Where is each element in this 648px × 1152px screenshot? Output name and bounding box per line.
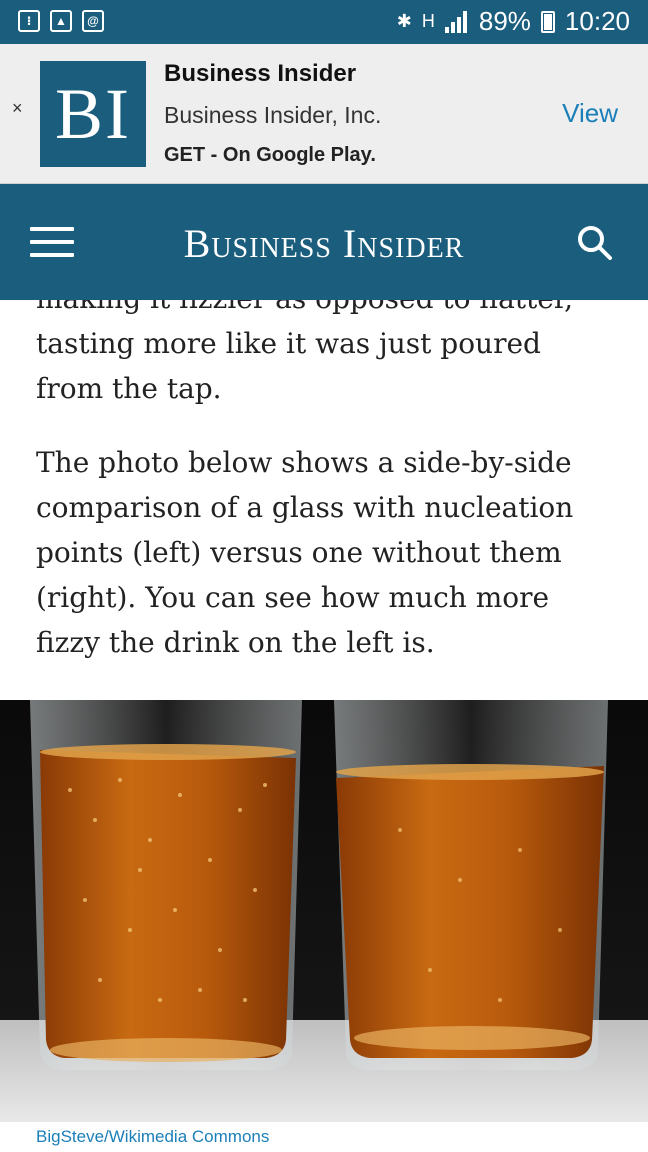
site-logo[interactable]: Business Insider (0, 220, 648, 267)
clock: 10:20 (564, 6, 630, 36)
view-button[interactable]: View (562, 98, 618, 129)
message-icon: ⁝ (18, 10, 40, 32)
search-icon[interactable] (576, 224, 614, 262)
signal-icon (444, 10, 469, 33)
app-install-banner[interactable]: × BI Business Insider Business Insider, … (0, 44, 648, 184)
image-icon: ▲ (50, 10, 72, 32)
battery-icon (540, 10, 555, 33)
article-photo (0, 700, 648, 1122)
notification-icons: ⁝ ▲ @ (18, 10, 104, 32)
system-icons: ✱ H 89% 10:20 (397, 6, 630, 37)
bluetooth-icon: ✱ (396, 11, 412, 31)
article-paragraph: making it fizzier as opposed to flatter,… (36, 300, 573, 405)
email-icon: @ (82, 10, 104, 32)
status-bar: ⁝ ▲ @ ✱ H 89% 10:20 (0, 0, 648, 44)
article-paragraph: The photo below shows a side-by-side com… (36, 446, 574, 659)
app-publisher: Business Insider, Inc. (164, 102, 382, 128)
article-body: making it fizzier as opposed to flatter,… (0, 300, 648, 700)
site-header: Business Insider (0, 184, 648, 300)
close-icon[interactable]: × (12, 98, 23, 119)
app-cta-text: GET - On Google Play. (164, 144, 376, 166)
app-title: Business Insider (164, 60, 357, 87)
photo-credit-link[interactable]: BigSteve/Wikimedia Commons (36, 1127, 269, 1147)
app-logo: BI (40, 61, 146, 167)
battery-percent: 89% (478, 6, 531, 36)
network-type: H (421, 11, 435, 31)
